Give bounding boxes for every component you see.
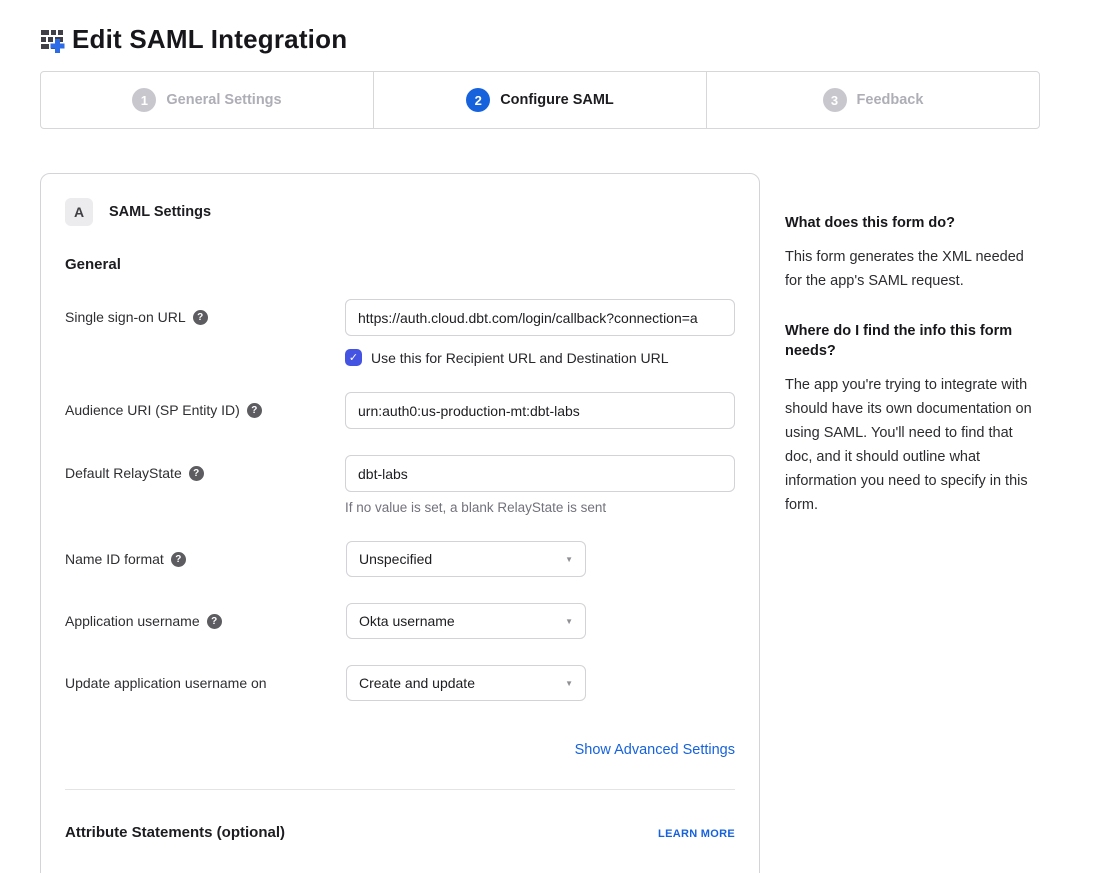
application-username-label-wrap: Application username ? — [65, 603, 346, 639]
advanced-settings-row: Show Advanced Settings — [65, 741, 735, 759]
saml-settings-panel: A SAML Settings General Single sign-on U… — [40, 173, 760, 873]
learn-more-link[interactable]: LEARN MORE — [658, 828, 735, 840]
sidebar-question-1: What does this form do? — [785, 213, 1041, 233]
audience-uri-label-wrap: Audience URI (SP Entity ID) ? — [65, 392, 345, 429]
step-1-label: General Settings — [166, 92, 281, 108]
step-wizard: 1 General Settings 2 Configure SAML 3 Fe… — [40, 71, 1040, 129]
application-username-row: Application username ? Okta username ▼ — [65, 603, 735, 639]
name-id-format-control: Unspecified ▼ — [346, 541, 735, 577]
help-icon[interactable]: ? — [189, 466, 204, 481]
relay-state-control: If no value is set, a blank RelayState i… — [345, 455, 735, 515]
step-configure-saml[interactable]: 2 Configure SAML — [373, 72, 706, 128]
update-username-control: Create and update ▼ — [346, 665, 735, 701]
update-username-select[interactable]: Create and update ▼ — [346, 665, 586, 701]
recipient-destination-checkbox-label: Use this for Recipient URL and Destinati… — [371, 350, 669, 366]
relay-state-row: Default RelayState ? If no value is set,… — [65, 455, 735, 515]
chevron-down-icon: ▼ — [565, 617, 573, 626]
attribute-statements-header: Attribute Statements (optional) LEARN MO… — [65, 824, 735, 841]
help-icon[interactable]: ? — [207, 614, 222, 629]
sso-url-control: ✓ Use this for Recipient URL and Destina… — [345, 299, 735, 366]
chevron-down-icon: ▼ — [565, 679, 573, 688]
audience-uri-input[interactable] — [345, 392, 735, 429]
relay-state-label-wrap: Default RelayState ? — [65, 455, 345, 515]
show-advanced-settings-link[interactable]: Show Advanced Settings — [575, 742, 735, 758]
audience-uri-row: Audience URI (SP Entity ID) ? — [65, 392, 735, 429]
step-2-number: 2 — [466, 88, 490, 112]
application-username-select[interactable]: Okta username ▼ — [346, 603, 586, 639]
application-username-control: Okta username ▼ — [346, 603, 735, 639]
step-2-label: Configure SAML — [500, 92, 614, 108]
step-1-number: 1 — [132, 88, 156, 112]
update-username-row: Update application username on Create an… — [65, 665, 735, 701]
sidebar-answer-2: The app you're trying to integrate with … — [785, 373, 1041, 517]
sso-url-row: Single sign-on URL ? ✓ Use this for Reci… — [65, 299, 735, 366]
help-sidebar: What does this form do? This form genera… — [785, 173, 1041, 517]
help-icon[interactable]: ? — [247, 403, 262, 418]
audience-uri-label: Audience URI (SP Entity ID) — [65, 402, 240, 418]
audience-uri-control — [345, 392, 735, 429]
edit-saml-integration-page: Edit SAML Integration 1 General Settings… — [0, 0, 1118, 873]
step-feedback[interactable]: 3 Feedback — [706, 72, 1039, 128]
sidebar-question-2: Where do I find the info this form needs… — [785, 321, 1041, 361]
relay-state-input[interactable] — [345, 455, 735, 492]
name-id-format-label-wrap: Name ID format ? — [65, 541, 346, 577]
application-username-label: Application username — [65, 613, 200, 629]
help-icon[interactable]: ? — [193, 310, 208, 325]
help-icon[interactable]: ? — [171, 552, 186, 567]
app-grid-plus-icon — [40, 27, 66, 53]
section-a-badge: A — [65, 198, 93, 226]
page-title: Edit SAML Integration — [72, 24, 347, 55]
name-id-format-value: Unspecified — [359, 551, 432, 567]
attribute-statements-heading: Attribute Statements (optional) — [65, 824, 285, 841]
name-id-format-label: Name ID format — [65, 551, 164, 567]
step-3-number: 3 — [823, 88, 847, 112]
relay-state-label: Default RelayState — [65, 465, 182, 481]
chevron-down-icon: ▼ — [565, 555, 573, 564]
panel-header: A SAML Settings — [65, 198, 735, 226]
step-3-label: Feedback — [857, 92, 924, 108]
recipient-destination-checkbox-row[interactable]: ✓ Use this for Recipient URL and Destina… — [345, 349, 735, 366]
sidebar-block-what: What does this form do? This form genera… — [785, 213, 1041, 293]
section-title: SAML Settings — [109, 204, 211, 220]
sidebar-answer-1: This form generates the XML needed for t… — [785, 245, 1041, 293]
name-id-format-row: Name ID format ? Unspecified ▼ — [65, 541, 735, 577]
update-username-label-wrap: Update application username on — [65, 665, 346, 701]
sso-url-label: Single sign-on URL — [65, 309, 186, 325]
update-username-label: Update application username on — [65, 675, 267, 691]
sso-url-input[interactable] — [345, 299, 735, 336]
main-content: A SAML Settings General Single sign-on U… — [40, 173, 1118, 873]
name-id-format-select[interactable]: Unspecified ▼ — [346, 541, 586, 577]
sidebar-block-where: Where do I find the info this form needs… — [785, 321, 1041, 517]
update-username-value: Create and update — [359, 675, 475, 691]
step-general-settings[interactable]: 1 General Settings — [41, 72, 373, 128]
application-username-value: Okta username — [359, 613, 455, 629]
sso-url-label-wrap: Single sign-on URL ? — [65, 299, 345, 366]
general-heading: General — [65, 256, 735, 273]
section-divider — [65, 789, 735, 790]
checkbox-checked-icon[interactable]: ✓ — [345, 349, 362, 366]
page-header: Edit SAML Integration — [0, 0, 1118, 55]
relay-state-helper-text: If no value is set, a blank RelayState i… — [345, 500, 735, 515]
